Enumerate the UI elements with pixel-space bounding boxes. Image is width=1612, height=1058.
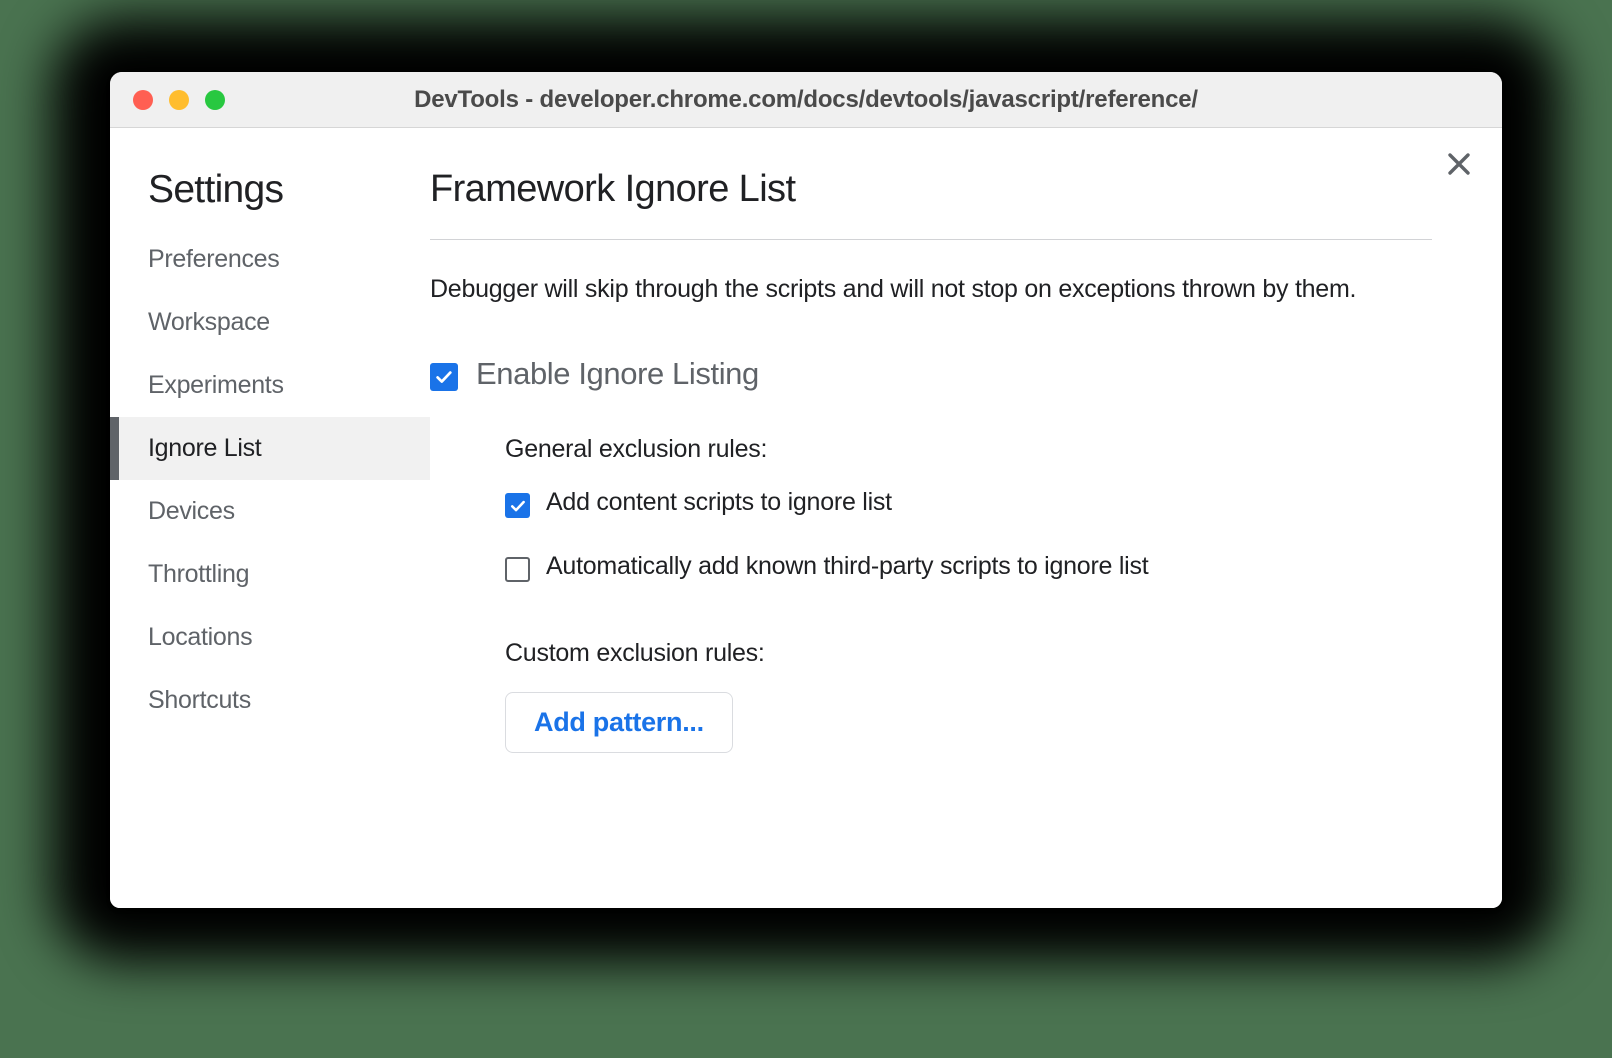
sidebar-item-label: Experiments	[148, 371, 284, 400]
sidebar-item-shortcuts[interactable]: Shortcuts	[110, 669, 430, 732]
sidebar-item-label: Shortcuts	[148, 686, 251, 715]
sidebar-item-devices[interactable]: Devices	[110, 480, 430, 543]
page-title: Framework Ignore List	[430, 168, 1432, 239]
maximize-window-button[interactable]	[205, 90, 225, 110]
close-icon	[1446, 151, 1472, 177]
auto-add-third-party-label: Automatically add known third-party scri…	[546, 552, 1148, 581]
minimize-window-button[interactable]	[169, 90, 189, 110]
settings-dialog: Settings Preferences Workspace Experimen…	[110, 128, 1502, 908]
sidebar-item-label: Preferences	[148, 245, 280, 274]
close-window-button[interactable]	[133, 90, 153, 110]
add-pattern-button[interactable]: Add pattern...	[505, 692, 733, 753]
sidebar-item-locations[interactable]: Locations	[110, 606, 430, 669]
enable-ignore-listing-checkbox-row[interactable]: Enable Ignore Listing	[430, 356, 1432, 392]
add-content-scripts-checkbox-row[interactable]: Add content scripts to ignore list	[505, 488, 1432, 518]
window-titlebar: DevTools - developer.chrome.com/docs/dev…	[110, 72, 1502, 128]
close-settings-button[interactable]	[1436, 141, 1482, 187]
panel-description: Debugger will skip through the scripts a…	[430, 272, 1432, 306]
sidebar-item-workspace[interactable]: Workspace	[110, 291, 430, 354]
window-title: DevTools - developer.chrome.com/docs/dev…	[110, 86, 1502, 114]
devtools-window: DevTools - developer.chrome.com/docs/dev…	[110, 72, 1502, 908]
checkbox-checked-icon[interactable]	[505, 493, 530, 518]
nested-rules-container: General exclusion rules: Add content scr…	[430, 435, 1432, 753]
auto-add-third-party-checkbox-row[interactable]: Automatically add known third-party scri…	[505, 552, 1432, 582]
custom-exclusion-rules-heading: Custom exclusion rules:	[505, 639, 1432, 668]
checkbox-unchecked-icon[interactable]	[505, 557, 530, 582]
settings-main-panel: Framework Ignore List Debugger will skip…	[430, 128, 1502, 908]
settings-sidebar: Settings Preferences Workspace Experimen…	[110, 128, 430, 908]
sidebar-item-label: Devices	[148, 497, 235, 526]
sidebar-item-experiments[interactable]: Experiments	[110, 354, 430, 417]
enable-ignore-listing-label: Enable Ignore Listing	[476, 356, 759, 392]
title-divider	[430, 239, 1432, 240]
sidebar-item-label: Throttling	[148, 560, 249, 589]
sidebar-item-throttling[interactable]: Throttling	[110, 543, 430, 606]
sidebar-item-label: Locations	[148, 623, 252, 652]
sidebar-item-label: Ignore List	[148, 434, 261, 463]
sidebar-item-label: Workspace	[148, 308, 270, 337]
sidebar-title: Settings	[110, 168, 430, 212]
traffic-light-group	[133, 90, 225, 110]
add-content-scripts-label: Add content scripts to ignore list	[546, 488, 892, 517]
sidebar-item-preferences[interactable]: Preferences	[110, 228, 430, 291]
general-exclusion-rules-heading: General exclusion rules:	[505, 435, 1432, 464]
sidebar-item-ignore-list[interactable]: Ignore List	[110, 417, 430, 480]
checkbox-checked-icon[interactable]	[430, 363, 458, 391]
